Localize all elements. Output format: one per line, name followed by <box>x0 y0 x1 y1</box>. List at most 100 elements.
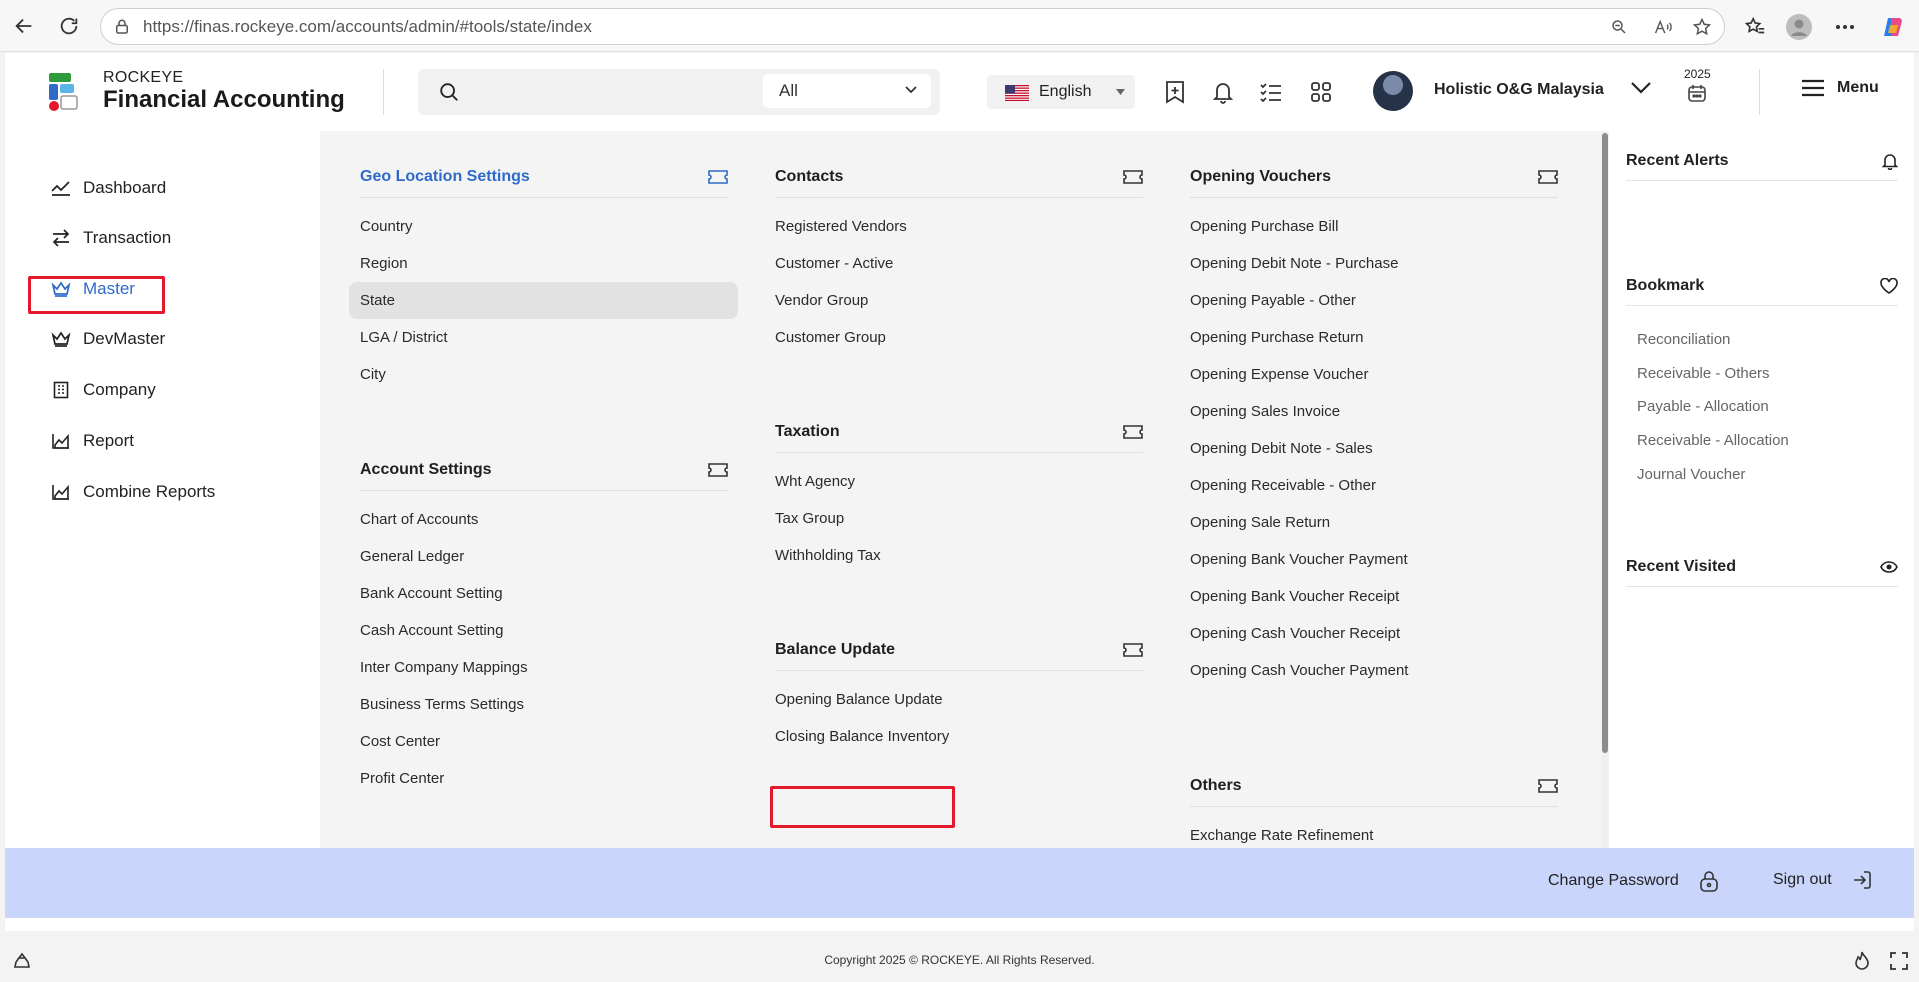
menu-link[interactable]: Opening Cash Voucher Receipt <box>1190 615 1558 652</box>
menu-link-lga-district[interactable]: LGA / District <box>360 319 728 356</box>
zoom-out-icon[interactable] <box>1609 17 1629 37</box>
search-icon[interactable] <box>438 81 460 103</box>
chevron-down-icon[interactable] <box>1630 81 1652 95</box>
refresh-icon[interactable] <box>57 14 81 38</box>
bell-icon[interactable] <box>1882 152 1898 170</box>
ticket-icon[interactable] <box>1123 642 1143 657</box>
section-contacts: Contacts Registered Vendors Customer - A… <box>775 156 1143 356</box>
section-title[interactable]: Opening Vouchers <box>1190 168 1331 186</box>
back-icon[interactable] <box>12 14 36 38</box>
language-select[interactable]: English <box>987 75 1135 109</box>
menu-link[interactable]: Inter Company Mappings <box>360 649 728 686</box>
sign-out-button[interactable]: Sign out <box>1773 870 1872 890</box>
ticket-icon[interactable] <box>1538 169 1558 184</box>
menu-link-city[interactable]: City <box>360 356 728 393</box>
read-aloud-icon[interactable] <box>1654 17 1674 37</box>
menu-link[interactable]: Opening Payable - Other <box>1190 282 1558 319</box>
fire-icon[interactable] <box>1852 951 1872 971</box>
section-title[interactable]: Account Settings <box>360 461 492 479</box>
section-title[interactable]: Taxation <box>775 423 840 441</box>
notification-bell-icon[interactable] <box>1210 79 1236 105</box>
more-options-icon[interactable] <box>1832 14 1858 40</box>
task-list-icon[interactable] <box>1258 79 1284 105</box>
menu-link[interactable]: Opening Bank Voucher Payment <box>1190 541 1558 578</box>
heart-icon[interactable] <box>1880 277 1898 294</box>
change-password-button[interactable]: Change Password <box>1548 870 1719 892</box>
menu-link-state[interactable]: State <box>349 282 738 319</box>
nav-report[interactable]: Report <box>51 428 134 454</box>
menu-link[interactable]: Opening Receivable - Other <box>1190 467 1558 504</box>
scrollbar-thumb[interactable] <box>1602 133 1608 753</box>
favorite-star-icon[interactable] <box>1692 17 1712 37</box>
copilot-icon[interactable] <box>1880 14 1906 40</box>
user-avatar[interactable] <box>1373 71 1413 111</box>
menu-link[interactable]: Opening Purchase Bill <box>1190 208 1558 245</box>
footer: Copyright 2025 © ROCKEYE. All Rights Res… <box>0 931 1919 982</box>
site-info-icon[interactable] <box>113 18 131 36</box>
ticket-icon[interactable] <box>1123 169 1143 184</box>
menu-link[interactable]: Opening Expense Voucher <box>1190 356 1558 393</box>
menu-link-region[interactable]: Region <box>360 245 728 282</box>
menu-link-opening-balance-update[interactable]: Opening Balance Update <box>775 681 1143 718</box>
nav-combine-reports[interactable]: Combine Reports <box>51 479 215 505</box>
bookmark-link[interactable]: Reconciliation <box>1637 331 1730 348</box>
nav-devmaster[interactable]: DevMaster <box>51 326 165 352</box>
scrollbar[interactable] <box>1601 131 1609 848</box>
menu-link[interactable]: Tax Group <box>775 500 1143 537</box>
menu-link[interactable]: Opening Purchase Return <box>1190 319 1558 356</box>
profile-icon[interactable] <box>1786 14 1812 40</box>
copyright-text: Copyright 2025 © ROCKEYE. All Rights Res… <box>824 953 1095 967</box>
favorites-icon[interactable] <box>1742 14 1768 40</box>
section-title[interactable]: Geo Location Settings <box>360 168 530 186</box>
bookmark-link[interactable]: Receivable - Allocation <box>1637 432 1789 449</box>
add-bookmark-icon[interactable] <box>1162 79 1188 105</box>
eye-icon[interactable] <box>1880 560 1898 573</box>
ticket-icon[interactable] <box>708 169 728 184</box>
ticket-icon[interactable] <box>708 462 728 477</box>
menu-button[interactable]: Menu <box>1801 79 1879 97</box>
calendar-icon[interactable] <box>1687 83 1707 103</box>
menu-link-country[interactable]: Country <box>360 208 728 245</box>
menu-link[interactable]: Vendor Group <box>775 282 1143 319</box>
nav-transaction[interactable]: Transaction <box>51 225 171 251</box>
bookmark-link[interactable]: Payable - Allocation <box>1637 398 1769 415</box>
menu-link[interactable]: Opening Debit Note - Sales <box>1190 430 1558 467</box>
menu-link[interactable]: Opening Sales Invoice <box>1190 393 1558 430</box>
menu-link[interactable]: Opening Cash Voucher Payment <box>1190 652 1558 689</box>
menu-link[interactable]: Cost Center <box>360 723 728 760</box>
menu-link[interactable]: Profit Center <box>360 760 728 797</box>
menu-link[interactable]: Business Terms Settings <box>360 686 728 723</box>
menu-link-closing-balance-inventory[interactable]: Closing Balance Inventory <box>775 718 1143 755</box>
menu-link[interactable]: Opening Debit Note - Purchase <box>1190 245 1558 282</box>
menu-link[interactable]: Customer Group <box>775 319 1143 356</box>
caret-down-icon <box>1116 89 1125 95</box>
rockeye-logo[interactable] <box>45 69 85 113</box>
apps-grid-icon[interactable] <box>1308 79 1334 105</box>
menu-link[interactable]: Wht Agency <box>775 463 1143 500</box>
menu-link[interactable]: Cash Account Setting <box>360 612 728 649</box>
address-bar[interactable]: https://finas.rockeye.com/accounts/admin… <box>100 8 1725 45</box>
menu-link[interactable]: Opening Bank Voucher Receipt <box>1190 578 1558 615</box>
menu-link[interactable]: General Ledger <box>360 538 728 575</box>
nav-dashboard[interactable]: Dashboard <box>51 175 166 201</box>
menu-link[interactable]: Customer - Active <box>775 245 1143 282</box>
nav-company[interactable]: Company <box>51 377 156 403</box>
search-scope-select[interactable]: All <box>763 74 931 108</box>
nav-master[interactable]: Master <box>51 276 135 302</box>
ticket-icon[interactable] <box>1538 778 1558 793</box>
section-title[interactable]: Contacts <box>775 168 843 186</box>
menu-link[interactable]: Withholding Tax <box>775 537 1143 574</box>
ticket-icon[interactable] <box>1123 424 1143 439</box>
bookmark-link[interactable]: Receivable - Others <box>1637 365 1770 382</box>
fullscreen-icon[interactable] <box>1889 951 1909 971</box>
search-input[interactable] <box>478 79 808 105</box>
company-name[interactable]: Holistic O&G Malaysia <box>1434 81 1604 99</box>
bookmark-link[interactable]: Journal Voucher <box>1637 466 1745 483</box>
menu-link[interactable]: Chart of Accounts <box>360 501 728 538</box>
url-text[interactable]: https://finas.rockeye.com/accounts/admin… <box>143 17 592 37</box>
menu-link[interactable]: Registered Vendors <box>775 208 1143 245</box>
section-title[interactable]: Others <box>1190 777 1242 795</box>
menu-link[interactable]: Opening Sale Return <box>1190 504 1558 541</box>
menu-link[interactable]: Bank Account Setting <box>360 575 728 612</box>
section-title[interactable]: Balance Update <box>775 641 895 659</box>
